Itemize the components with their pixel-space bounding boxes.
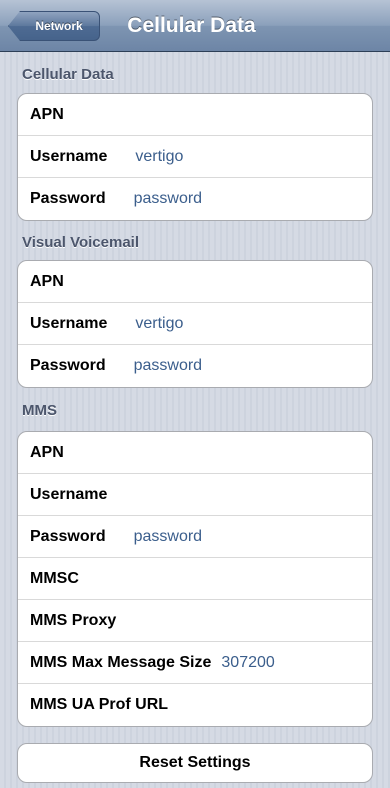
field-value: 307200 <box>221 653 275 671</box>
cellular-apn-field[interactable]: APN <box>18 94 372 136</box>
cellular-data-group: APN Username vertigo Password password <box>17 93 373 221</box>
mms-max-message-size-field[interactable]: MMS Max Message Size 307200 <box>18 642 372 684</box>
navigation-bar: Network Cellular Data <box>0 0 390 52</box>
voicemail-password-field[interactable]: Password password <box>18 345 372 387</box>
voicemail-username-field[interactable]: Username vertigo <box>18 303 372 345</box>
field-label: Password <box>30 527 106 545</box>
mms-username-field[interactable]: Username <box>18 474 372 516</box>
mms-apn-field[interactable]: APN <box>18 432 372 474</box>
mmsc-field[interactable]: MMSC <box>18 558 372 600</box>
field-label: MMSC <box>30 569 79 587</box>
field-label: MMS Proxy <box>30 611 117 629</box>
mms-group: APN Username Password password MMSC MMS … <box>17 431 373 727</box>
field-label: APN <box>30 272 64 290</box>
field-label: APN <box>30 443 64 461</box>
section-header-mms: MMS <box>22 402 57 419</box>
voicemail-apn-field[interactable]: APN <box>18 261 372 303</box>
field-label: MMS UA Prof URL <box>30 696 169 713</box>
visual-voicemail-group: APN Username vertigo Password password <box>17 260 373 388</box>
field-label: Password <box>30 190 106 207</box>
mms-ua-prof-url-field[interactable]: MMS UA Prof URL <box>18 684 372 726</box>
page-title: Cellular Data <box>127 14 256 37</box>
mms-proxy-field[interactable]: MMS Proxy <box>18 600 372 642</box>
reset-settings-button[interactable]: Reset Settings <box>17 743 373 783</box>
field-value: vertigo <box>135 147 184 165</box>
mms-password-field[interactable]: Password password <box>18 516 372 558</box>
section-header-visual-voicemail: Visual Voicemail <box>22 234 140 251</box>
field-value: vertigo <box>135 314 184 332</box>
section-header-cellular-data: Cellular Data <box>22 66 114 83</box>
field-value: password <box>133 190 203 207</box>
back-button-network[interactable]: Network <box>8 11 100 41</box>
cellular-username-field[interactable]: Username vertigo <box>18 136 372 178</box>
field-label: Password <box>30 357 106 374</box>
field-value: password <box>133 357 203 374</box>
field-value: password <box>133 527 203 545</box>
field-label: MMS Max Message Size <box>30 653 212 671</box>
field-label: Username <box>30 485 108 503</box>
field-label: APN <box>30 105 64 123</box>
field-label: Username <box>30 147 108 165</box>
cellular-password-field[interactable]: Password password <box>18 178 372 220</box>
field-label: Username <box>30 314 108 332</box>
